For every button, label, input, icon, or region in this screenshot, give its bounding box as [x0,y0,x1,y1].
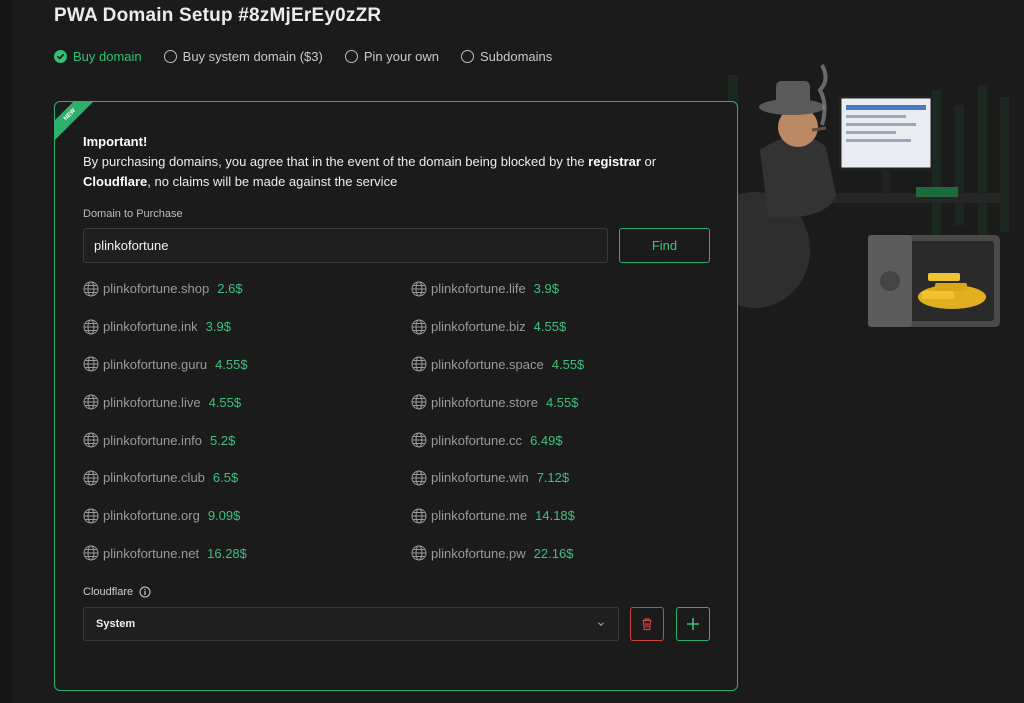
check-circle-icon [54,50,67,63]
globe-icon [83,470,99,486]
domain-price: 5.2$ [210,432,236,448]
domain-result-item[interactable]: plinkofortune.store 4.55$ [411,383,711,421]
domain-name: plinkofortune.shop [103,281,210,297]
domain-price: 7.12$ [536,470,570,486]
cloudflare-label: Cloudflare [83,586,151,598]
cloudflare-selected-value: System [96,618,136,630]
globe-icon [83,432,99,448]
domain-input[interactable] [83,228,608,263]
radio-empty-icon [460,50,474,63]
globe-icon [83,545,99,561]
globe-icon [83,508,99,524]
domain-result-item[interactable]: plinkofortune.ink 3.9$ [83,308,411,346]
domain-price: 14.18$ [535,508,575,524]
domain-price: 3.9$ [205,319,231,335]
globe-icon [411,545,427,561]
domain-name: plinkofortune.info [103,432,203,448]
chevron-down-icon [598,622,604,627]
option-pin-your-own[interactable]: Pin your own [344,49,439,64]
globe-icon [411,394,427,410]
domain-name: plinkofortune.net [103,545,200,561]
domain-name: plinkofortune.guru [103,356,208,372]
domain-price: 6.49$ [530,432,563,448]
domain-result-item[interactable]: plinkofortune.win 7.12$ [411,459,711,497]
domain-result-item[interactable]: plinkofortune.net 16.28$ [83,535,411,573]
domain-price: 4.55$ [215,356,248,372]
option-label: Pin your own [363,49,439,64]
radio-empty-icon [163,50,177,63]
domain-name: plinkofortune.win [431,470,529,486]
domain-price: 22.16$ [533,545,574,561]
notice-heading: Important! [83,134,148,149]
domain-result-item[interactable]: plinkofortune.club 6.5$ [83,459,411,497]
domain-result-item[interactable]: plinkofortune.guru 4.55$ [83,346,411,384]
globe-icon [411,470,427,486]
domain-price: 16.28$ [207,545,247,561]
domain-result-item[interactable]: plinkofortune.live 4.55$ [83,383,411,421]
delete-cloudflare-button[interactable] [630,607,664,641]
trash-icon [642,618,652,631]
domain-price: 4.55$ [551,356,585,372]
domain-name: plinkofortune.store [431,394,538,410]
domain-price: 9.09$ [207,508,241,524]
notice-bold-registrar: registrar [588,154,641,169]
domain-result-item[interactable]: plinkofortune.info 5.2$ [83,421,411,459]
domain-name: plinkofortune.org [103,508,200,524]
domain-name: plinkofortune.me [431,508,528,524]
left-sidebar-edge [0,0,12,703]
domain-price: 4.55$ [533,319,567,335]
option-label: Buy domain [73,49,142,64]
domain-price: 2.6$ [217,281,243,297]
cloudflare-select[interactable]: System [83,607,619,641]
notice-bold-cloudflare: Cloudflare [83,174,148,189]
domain-result-item[interactable]: plinkofortune.org 9.09$ [83,497,411,535]
option-subdomains[interactable]: Subdomains [460,49,553,64]
radio-empty-icon [344,50,358,63]
domain-name: plinkofortune.live [103,394,201,410]
add-cloudflare-button[interactable] [676,607,710,641]
globe-icon [411,356,427,372]
option-label: Buy system domain ($3) [182,49,323,64]
domain-to-purchase-label: Domain to Purchase [83,208,183,220]
domain-result-item[interactable]: plinkofortune.shop 2.6$ [83,270,411,308]
page-title: PWA Domain Setup #8zMjErEy0zZR [54,5,382,26]
important-notice: Important! By purchasing domains, you ag… [83,132,703,192]
globe-icon [411,432,427,448]
domain-price: 3.9$ [533,281,559,297]
domain-name: plinkofortune.club [103,470,205,486]
globe-icon [411,508,427,524]
domain-name: plinkofortune.life [431,281,526,297]
domain-name: plinkofortune.ink [103,319,198,335]
option-buy-domain[interactable]: Buy domain [54,49,142,64]
plus-icon [687,618,699,630]
domain-result-item[interactable]: plinkofortune.biz 4.55$ [411,308,711,346]
domain-price: 4.55$ [545,394,579,410]
domain-name: plinkofortune.biz [431,319,526,335]
globe-icon [83,394,99,410]
domain-price: 6.5$ [212,470,239,486]
domain-result-item[interactable]: plinkofortune.me 14.18$ [411,497,711,535]
domain-result-item[interactable]: plinkofortune.space 4.55$ [411,346,711,384]
domain-result-item[interactable]: plinkofortune.pw 22.16$ [411,535,711,573]
globe-icon [83,281,99,297]
domain-price: 4.55$ [208,394,242,410]
globe-icon [411,319,427,335]
notice-text: By purchasing domains, you agree that in… [83,154,657,189]
domain-results-list: plinkofortune.shop 2.6$ plinkofortune.life… [83,270,723,572]
domain-result-item[interactable]: plinkofortune.cc 6.49$ [411,421,711,459]
globe-icon [411,281,427,297]
globe-icon [83,319,99,335]
domain-option-group: Buy domain Buy system domain ($3) Pin yo… [54,49,552,64]
globe-icon [83,356,99,372]
option-label: Subdomains [479,49,553,64]
buy-domain-card: NEW Important! By purchasing domains, yo… [54,101,738,691]
domain-result-item[interactable]: plinkofortune.life 3.9$ [411,270,711,308]
info-icon[interactable] [139,586,151,598]
domain-name: plinkofortune.space [431,356,544,372]
domain-name: plinkofortune.cc [431,432,523,448]
option-buy-system-domain[interactable]: Buy system domain ($3) [163,49,323,64]
find-button[interactable]: Find [619,228,710,263]
domain-name: plinkofortune.pw [431,545,526,561]
